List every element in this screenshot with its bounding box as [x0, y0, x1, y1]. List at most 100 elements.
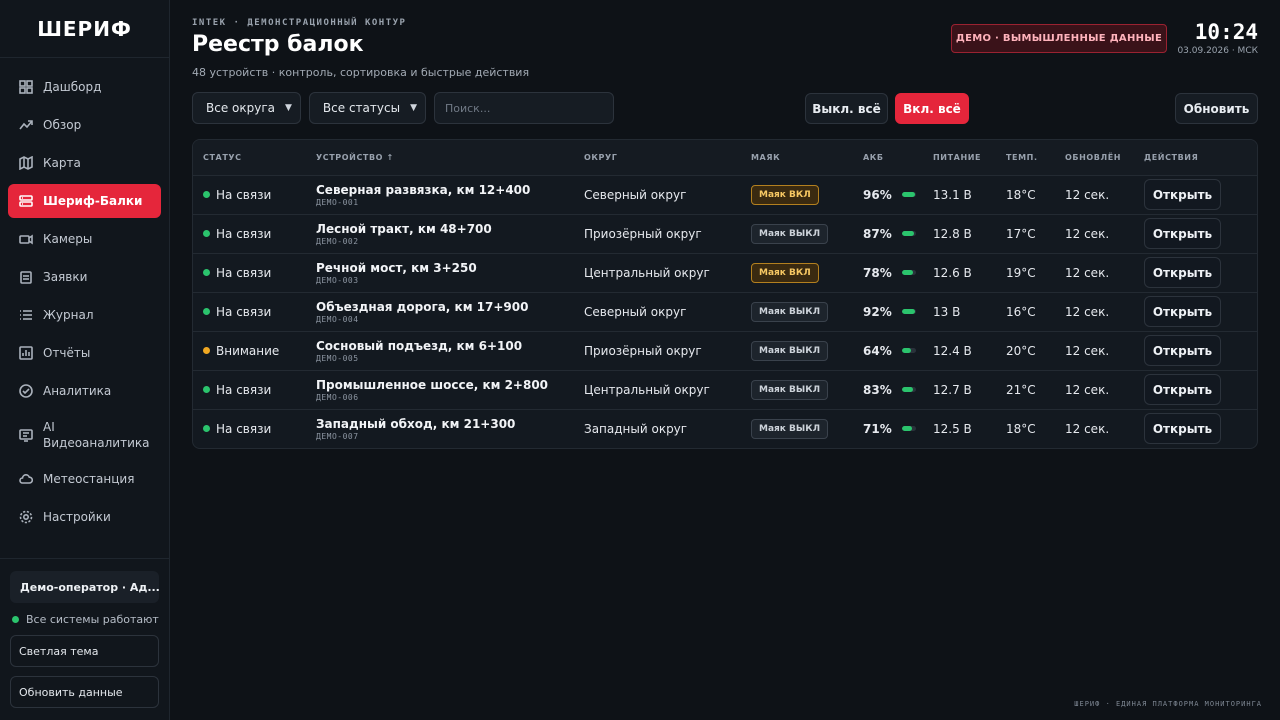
open-button[interactable]: Открыть [1144, 257, 1221, 288]
actions-cell: Открыть [1134, 253, 1257, 293]
all-on-button[interactable]: Вкл. всё [895, 93, 969, 124]
device-id: ДЕМО-003 [316, 275, 359, 285]
search-input[interactable] [433, 92, 614, 124]
open-button[interactable]: Открыть [1144, 335, 1221, 366]
temp-cell: 16°C [996, 292, 1055, 332]
battery-value: 83% [863, 382, 892, 397]
device-name[interactable]: Промышленное шоссе, км 2+800 [316, 378, 574, 392]
check-circle-icon [18, 383, 34, 399]
beacon-badge[interactable]: Маяк ВКЛ [751, 262, 819, 283]
column-header[interactable]: СТАТУС [193, 140, 306, 176]
battery-cell: 83% [853, 370, 923, 410]
beacon-badge[interactable]: Маяк ВЫКЛ [751, 223, 829, 244]
status-cell: На связи [193, 409, 306, 448]
table-row[interactable]: На связи Промышленное шоссе, км 2+800 ДЕМО… [193, 370, 1257, 410]
breadcrumb: INTEK · ДЕМОНСТРАЦИОННЫЙ КОНТУР [192, 18, 407, 28]
device-name[interactable]: Сосновый подъезд, км 6+100 [316, 339, 574, 353]
sidebar-item-chart[interactable]: Отчёты [8, 336, 161, 370]
sidebar-item-label: AI Видеоаналитика [43, 420, 150, 450]
column-header[interactable]: ОБНОВЛЁН [1055, 140, 1134, 176]
beacon-badge[interactable]: Маяк ВКЛ [751, 184, 819, 205]
refresh-data-button[interactable]: Обновить данные [10, 676, 159, 708]
device-id: ДЕМО-005 [316, 353, 359, 363]
table-row[interactable]: На связи Лесной тракт, км 48+700 ДЕМО-002 П… [193, 214, 1257, 254]
refresh-button[interactable]: Обновить [1175, 93, 1258, 124]
main-content: INTEK · ДЕМОНСТРАЦИОННЫЙ КОНТУР Реестр б… [170, 0, 1280, 720]
column-header[interactable]: ПИТАНИЕ [923, 140, 996, 176]
all-off-button[interactable]: Выкл. всё [805, 93, 888, 124]
device-name[interactable]: Северная развязка, км 12+400 [316, 183, 574, 197]
device-id: ДЕМО-007 [316, 431, 359, 441]
sidebar-item-clipboard[interactable]: Заявки [8, 260, 161, 294]
status-text: Внимание [216, 343, 280, 358]
sidebar-item-server[interactable]: Шериф-Балки [8, 184, 161, 218]
status-dot-icon [203, 308, 210, 315]
table-header-row: СТАТУС УСТРОЙСТВО ↑ ОКРУГ МАЯК АКБ ПИТАНИЕ ТЕМ… [193, 140, 1257, 176]
updated-cell: 12 сек. [1065, 421, 1110, 436]
device-name[interactable]: Западный обход, км 21+300 [316, 417, 574, 431]
status-text: На связи [216, 187, 272, 202]
battery-value: 64% [863, 343, 892, 358]
temp-cell: 17°C [996, 214, 1055, 254]
power-cell: 12.8 В [923, 214, 996, 254]
list-icon [18, 307, 34, 323]
server-icon [18, 193, 34, 209]
updated-cell: 12 сек. [1055, 370, 1134, 410]
device-id: ДЕМО-002 [316, 236, 359, 246]
battery-value: 96% [863, 187, 892, 202]
column-header[interactable]: УСТРОЙСТВО ↑ [306, 140, 574, 176]
sidebar-item-map[interactable]: Карта [8, 146, 161, 180]
sidebar-item-label: Шериф-Балки [43, 194, 143, 208]
sidebar: ШЕРИФ Дашборд Обзор Карта Шериф-Балки Камеры… [0, 0, 170, 720]
beacon-badge[interactable]: Маяк ВЫКЛ [751, 301, 829, 322]
sidebar-item-video-ai[interactable]: AI Видеоаналитика [8, 412, 161, 458]
beacon-badge[interactable]: Маяк ВЫКЛ [751, 418, 829, 439]
open-button[interactable]: Открыть [1144, 374, 1221, 405]
open-button[interactable]: Открыть [1144, 413, 1221, 445]
gear-icon [18, 509, 34, 525]
sidebar-item-gear[interactable]: Настройки [8, 500, 161, 534]
battery-bar [901, 309, 916, 314]
theme-toggle-button[interactable]: Светлая тема [10, 635, 159, 667]
status-dot-icon [203, 425, 210, 433]
district-select[interactable]: Все округа ▼ [192, 92, 301, 124]
beacon-badge[interactable]: Маяк ВЫКЛ [751, 379, 829, 400]
status-select-value: Все статусы [322, 101, 401, 115]
status-dot-icon [203, 191, 210, 198]
sidebar-item-grid[interactable]: Дашборд [8, 70, 161, 104]
column-header[interactable]: ДЕЙСТВИЯ [1134, 140, 1257, 176]
column-header[interactable]: ТЕМП. [996, 140, 1055, 176]
sidebar-item-list[interactable]: Журнал [8, 298, 161, 332]
device-name[interactable]: Объездная дорога, км 17+900 [316, 300, 574, 314]
table-row[interactable]: На связи Речной мост, км 3+250 ДЕМО-003 Цен… [193, 253, 1257, 293]
sidebar-item-check-circle[interactable]: Аналитика [8, 374, 161, 408]
operator-badge[interactable]: Демо-оператор · Ад... [10, 571, 159, 603]
sidebar-item-label: Отчёты [43, 346, 91, 360]
power-cell: 13 В [923, 292, 996, 332]
device-name[interactable]: Лесной тракт, км 48+700 [316, 222, 574, 236]
sidebar-item-label: Журнал [43, 308, 94, 322]
table-row[interactable]: Внимание Сосновый подъезд, км 6+100 ДЕМО-0… [193, 331, 1257, 371]
power-cell: 12.4 В [923, 331, 996, 371]
actions-cell: Открыть [1134, 214, 1257, 254]
beacon-cell: Маяк ВЫКЛ [741, 292, 853, 332]
beacon-cell: Маяк ВЫКЛ [741, 370, 853, 410]
open-button[interactable]: Открыть [1144, 179, 1221, 210]
table-row[interactable]: На связи Западный обход, км 21+300 ДЕМО-00… [193, 409, 1257, 448]
device-cell: Западный обход, км 21+300 ДЕМО-007 [306, 409, 574, 448]
open-button[interactable]: Открыть [1144, 296, 1221, 327]
status-select[interactable]: Все статусы ▼ [308, 92, 426, 124]
column-header[interactable]: ОКРУГ [574, 140, 741, 176]
column-header[interactable]: АКБ [853, 140, 923, 176]
sidebar-item-trend[interactable]: Обзор [8, 108, 161, 142]
device-name[interactable]: Речной мост, км 3+250 [316, 261, 574, 275]
updated-cell: 12 сек. [1055, 331, 1134, 371]
column-header[interactable]: МАЯК [741, 140, 853, 176]
sidebar-item-camera[interactable]: Камеры [8, 222, 161, 256]
sidebar-item-cloud[interactable]: Метеостанция [8, 462, 161, 496]
table-row[interactable]: На связи Объездная дорога, км 17+900 ДЕМО-… [193, 292, 1257, 332]
beacon-badge[interactable]: Маяк ВЫКЛ [751, 340, 829, 361]
open-button[interactable]: Открыть [1144, 218, 1221, 249]
table-row[interactable]: На связи Северная развязка, км 12+400 ДЕМО… [193, 175, 1257, 215]
sidebar-item-label: Дашборд [43, 80, 102, 94]
